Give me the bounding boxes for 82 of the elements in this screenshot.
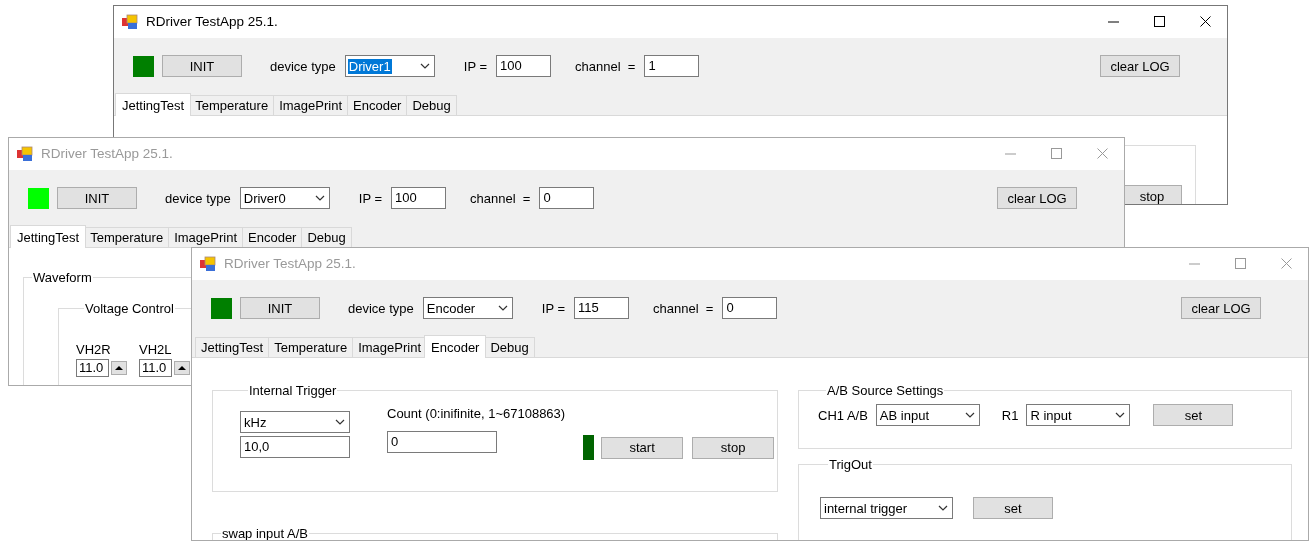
field-label: IP = xyxy=(358,190,383,206)
window-title: RDriver TestApp 25.1. xyxy=(146,14,278,29)
number-field[interactable]: 11.0 xyxy=(76,359,109,377)
dropdown[interactable]: kHz xyxy=(240,411,350,433)
dropdown[interactable]: internal trigger xyxy=(820,497,953,519)
chevron-down-icon xyxy=(964,411,975,419)
group-title: TrigOut xyxy=(828,457,873,472)
tab[interactable]: Encoder xyxy=(424,335,487,358)
stop-button[interactable]: stop xyxy=(692,436,775,459)
group-title: A/B Source Settings xyxy=(826,383,945,398)
dropdown[interactable]: Encoder xyxy=(422,297,513,319)
group-title: swap input A/B xyxy=(221,526,309,541)
field-label: VH2R xyxy=(76,342,112,357)
start-button[interactable]: start xyxy=(601,436,684,459)
dropdown[interactable]: R input xyxy=(1026,404,1131,426)
init-button[interactable]: INIT xyxy=(240,297,320,319)
window-title: RDriver TestApp 25.1. xyxy=(224,256,356,271)
tab[interactable]: Debug xyxy=(406,95,457,115)
tab[interactable]: Temperature xyxy=(189,95,275,115)
set-button[interactable]: set xyxy=(973,497,1053,519)
group-title: Internal Trigger xyxy=(248,383,338,398)
clear-log-button[interactable]: clear LOG xyxy=(997,187,1077,209)
group-title: Waveform xyxy=(32,270,93,285)
tab[interactable]: Temperature xyxy=(84,227,170,247)
spin-up-button[interactable] xyxy=(174,361,190,375)
field-label: channel = xyxy=(653,300,714,316)
group-title: Voltage Control xyxy=(84,301,175,316)
clear-log-button[interactable]: clear LOG xyxy=(1100,55,1180,77)
tab[interactable]: Debug xyxy=(484,337,535,357)
chevron-down-icon xyxy=(314,194,325,202)
field-label: IP = xyxy=(541,300,566,316)
text-field[interactable]: 0 xyxy=(722,297,778,319)
text-field[interactable]: 115 xyxy=(574,297,630,319)
dropdown[interactable]: Driver0 xyxy=(239,187,330,209)
text-field[interactable]: 0 xyxy=(387,431,497,453)
text-field[interactable]: 100 xyxy=(391,187,447,209)
chevron-down-icon xyxy=(938,504,948,512)
maximize-icon xyxy=(1153,16,1165,27)
tab[interactable]: ImagePrint xyxy=(168,227,243,247)
tab[interactable]: JettingTest xyxy=(10,225,87,248)
app-icon xyxy=(122,13,138,30)
field-label: Count (0:inifinite, 1~67108863) xyxy=(387,406,566,421)
stop-button[interactable]: stop xyxy=(1122,185,1182,205)
field-label: IP = xyxy=(463,58,488,74)
init-button[interactable]: INIT xyxy=(162,55,242,77)
maximize-icon xyxy=(1050,148,1062,159)
maximize-icon xyxy=(1234,258,1246,269)
chevron-down-icon xyxy=(1115,411,1126,419)
tab[interactable]: JettingTest xyxy=(195,337,270,357)
field-label: VH2L xyxy=(139,342,173,357)
spin-up-button[interactable] xyxy=(111,361,127,375)
clear-log-button[interactable]: clear LOG xyxy=(1181,297,1261,319)
field-label: device type xyxy=(348,300,414,316)
close-icon xyxy=(1096,148,1108,159)
text-field[interactable]: 0 xyxy=(539,187,595,209)
set-button[interactable]: set xyxy=(1153,404,1234,426)
field-label: device type xyxy=(270,58,336,74)
close-icon xyxy=(1280,258,1292,269)
tab[interactable]: Debug xyxy=(301,227,352,247)
tab[interactable]: Temperature xyxy=(268,337,354,357)
dropdown[interactable]: AB input xyxy=(875,404,980,426)
chevron-down-icon xyxy=(419,62,430,70)
close-icon xyxy=(1199,16,1211,27)
number-field[interactable]: 11.0 xyxy=(139,359,172,377)
field-label: R1 xyxy=(1001,407,1019,423)
dropdown[interactable]: Driver1 xyxy=(344,55,435,77)
tab[interactable]: ImagePrint xyxy=(352,337,427,357)
field-label: device type xyxy=(165,190,231,206)
window-title: RDriver TestApp 25.1. xyxy=(41,146,173,161)
text-field[interactable]: 100 xyxy=(496,55,552,77)
field-label: channel = xyxy=(470,190,531,206)
app-icon xyxy=(200,255,216,272)
tab[interactable]: ImagePrint xyxy=(273,95,348,115)
field-label: channel = xyxy=(575,58,636,74)
init-button[interactable]: INIT xyxy=(57,187,137,209)
tab[interactable]: JettingTest xyxy=(115,93,192,116)
text-field[interactable]: 10,0 xyxy=(240,436,350,458)
app-icon xyxy=(17,145,33,162)
chevron-down-icon xyxy=(335,418,345,426)
text-field[interactable]: 1 xyxy=(644,55,700,77)
field-label: CH1 A/B xyxy=(818,407,868,423)
chevron-down-icon xyxy=(497,304,508,312)
